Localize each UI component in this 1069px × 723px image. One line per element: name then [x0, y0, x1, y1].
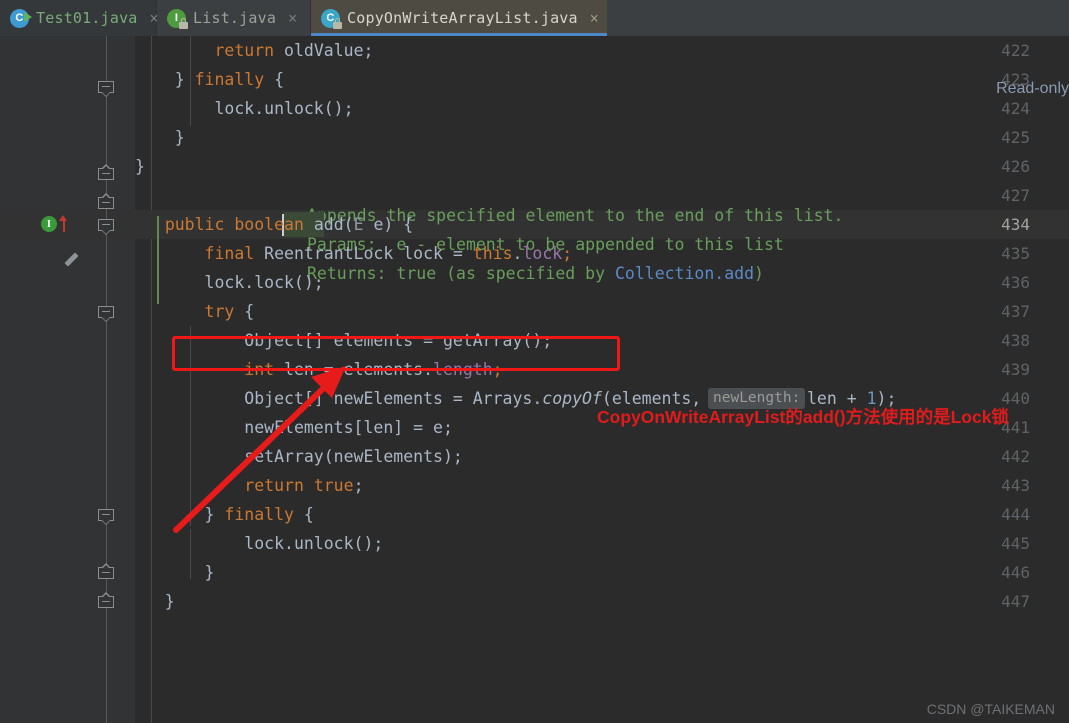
fold-marker-collapse-icon[interactable]	[98, 507, 115, 525]
idea-editor-window: C Test01.java × I List.java × C CopyOnWr…	[0, 0, 1069, 723]
tab-test01-java[interactable]: C Test01.java ×	[0, 0, 159, 36]
fold-marker-end-icon[interactable]	[98, 193, 115, 210]
tab-list-java[interactable]: I List.java ×	[157, 0, 310, 36]
implements-method-icon[interactable]: I	[41, 216, 57, 232]
tab-close-icon[interactable]: ×	[288, 10, 297, 26]
fold-marker-end-icon[interactable]	[98, 592, 115, 609]
tab-close-icon[interactable]: ×	[590, 10, 599, 26]
tab-copyonwritearraylist-java[interactable]: C CopyOnWriteArrayList.java ×	[311, 0, 607, 36]
annotation-note-text: CopyOnWriteArrayList的add()方法使用的是Lock锁	[597, 407, 1009, 427]
code-line: } finally {	[135, 70, 285, 89]
java-class-runnable-icon: C	[10, 8, 32, 28]
tab-label: CopyOnWriteArrayList.java	[347, 9, 578, 27]
tab-label: List.java	[193, 9, 277, 27]
code-line: }	[135, 157, 145, 176]
fold-marker-collapse-icon[interactable]	[98, 79, 115, 97]
editor-tab-bar: C Test01.java × I List.java × C CopyOnWr…	[0, 0, 1069, 36]
code-line: final ReentrantLock lock = this.lock;	[204, 244, 573, 263]
read-only-banner: Read-only	[996, 80, 1069, 97]
code-line: try {	[204, 302, 255, 321]
fold-marker-collapse-icon[interactable]	[98, 304, 115, 322]
annotation-arrow-icon	[173, 366, 346, 533]
code-line: lock.lock();	[135, 273, 324, 292]
java-interface-locked-icon: I	[167, 8, 188, 29]
pencil-icon[interactable]	[64, 248, 85, 268]
tab-label: Test01.java	[36, 9, 138, 27]
code-line: lock.unlock();	[135, 99, 354, 118]
javadoc-link[interactable]: Collection.add	[615, 264, 754, 283]
fold-marker-end-icon[interactable]	[98, 563, 115, 580]
fold-marker-collapse-icon[interactable]	[98, 217, 115, 235]
java-class-locked-icon: C	[321, 8, 342, 29]
code-line: public boolean add(E e) {	[164, 215, 414, 234]
code-line: }	[135, 592, 175, 611]
fold-marker-end-icon[interactable]	[98, 164, 115, 181]
csdn-watermark: CSDN @TAIKEMAN	[926, 701, 1055, 717]
overriding-up-arrow-icon[interactable]	[59, 215, 68, 232]
code-line: }	[135, 563, 215, 582]
code-line: }	[135, 128, 185, 147]
code-line: return oldValue;	[214, 41, 374, 60]
